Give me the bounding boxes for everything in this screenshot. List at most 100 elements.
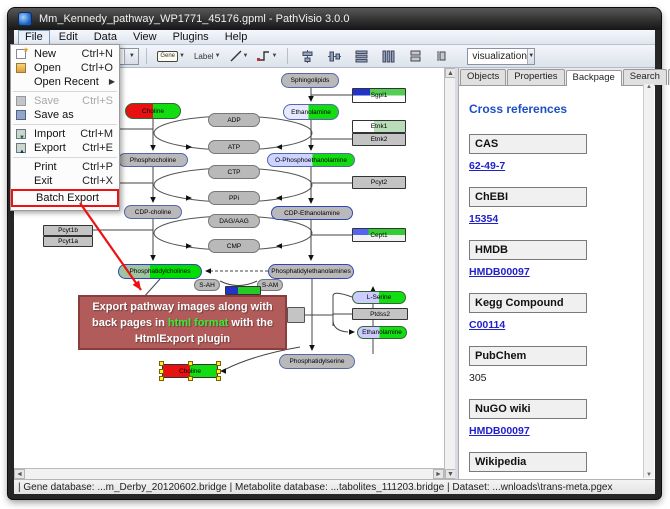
canvas-vertical-scrollbar[interactable]: ▲ ▼ [444, 68, 455, 479]
scroll-left-icon[interactable]: ◄ [14, 469, 25, 479]
pathway-node-etnk2[interactable]: Etnk2 [352, 133, 406, 146]
xref-link[interactable]: C00114 [469, 319, 505, 331]
toolbar-separator [287, 48, 288, 64]
elbow-connector-icon [257, 50, 270, 62]
node-label: Choline [142, 108, 164, 115]
pathway-node-s-ah[interactable]: S-AH [194, 279, 220, 291]
pathway-node-l-serine[interactable]: L-Serine [352, 291, 406, 304]
menu-file[interactable]: File [18, 30, 50, 45]
panel-vertical-scrollbar[interactable]: ▲ ▼ [643, 84, 654, 478]
selection-handle[interactable] [216, 376, 221, 381]
tab-properties[interactable]: Properties [507, 69, 564, 85]
pathway-node-cmp[interactable]: CMP [208, 239, 260, 253]
xref-source-box: CAS [469, 134, 587, 154]
file-menu-item-import[interactable]: ImportCtrl+M [11, 127, 119, 141]
visualization-combobox[interactable]: visualization ▼ [467, 48, 535, 65]
distribute-columns-button[interactable] [376, 46, 400, 66]
pathway-node-covered-node-partial[interactable] [287, 307, 305, 323]
pathway-node-pcyt1a[interactable]: Pcyt1a [43, 236, 93, 247]
canvas-horizontal-scrollbar[interactable]: ◄ ► [14, 468, 444, 479]
selection-handle[interactable] [159, 369, 164, 374]
pathway-node-ethanolamine-bottom[interactable]: Ethanolamine [357, 326, 407, 339]
chevron-down-icon[interactable]: ▼ [243, 53, 249, 59]
selection-handle[interactable] [159, 361, 164, 366]
menu-data[interactable]: Data [87, 30, 124, 45]
pathway-node-ptdss2[interactable]: Ptdss2 [352, 308, 408, 320]
menu-item-label: Open [34, 62, 61, 74]
common-height-button[interactable] [430, 46, 454, 66]
pathway-node-sgpl1[interactable]: Sgpl1 [352, 88, 406, 103]
menu-view[interactable]: View [126, 30, 164, 45]
node-label: Etnk2 [371, 136, 388, 143]
xref-source-box: ChEBI [469, 187, 587, 207]
chevron-down-icon[interactable]: ▼ [527, 49, 535, 64]
pathway-node-phosphatidylserine[interactable]: Phosphatidylserine [279, 354, 355, 369]
pathway-node-phosphatidylcholines[interactable]: Phosphatidylcholines [118, 264, 202, 279]
scroll-up-icon[interactable]: ▲ [646, 84, 652, 90]
xref-link[interactable]: HMDB00097 [469, 266, 530, 278]
pathway-node-phosphocholine[interactable]: Phosphocholine [118, 153, 188, 167]
distribute-rows-button[interactable] [349, 46, 373, 66]
selection-handle[interactable] [216, 369, 221, 374]
align-center-button[interactable] [295, 46, 319, 66]
pathway-node-pemt-partial[interactable] [225, 286, 261, 295]
xref-link[interactable]: HMDB00097 [469, 425, 530, 437]
file-menu-item-exit[interactable]: ExitCtrl+X [11, 174, 119, 188]
xref-link[interactable]: Choline [469, 478, 508, 479]
file-menu-item-batch-export[interactable]: Batch Export [11, 189, 119, 207]
pathway-node-choline-top[interactable]: Choline [125, 103, 181, 119]
node-label: Sphingolipids [291, 77, 330, 84]
pathway-node-o-phosphoethanolamine[interactable]: O-Phosphoethanolamine [267, 153, 355, 167]
pathway-node-ctp[interactable]: CTP [208, 165, 260, 179]
pathway-node-pcyt2[interactable]: Pcyt2 [352, 176, 406, 189]
xref-link[interactable]: 15354 [469, 213, 498, 225]
selection-handle[interactable] [188, 376, 193, 381]
file-menu-item-export[interactable]: ExportCtrl+E [11, 141, 119, 155]
new-datanode-button[interactable]: Gene ▼ [154, 46, 188, 66]
node-label: CMP [227, 243, 241, 250]
title-bar[interactable]: Mm_Kennedy_pathway_WP1771_45176.gpml - P… [8, 8, 661, 30]
pathway-node-ppi[interactable]: PPi [208, 191, 260, 205]
pathway-node-etnk1[interactable]: Etnk1 [352, 120, 406, 133]
file-menu-item-save-as[interactable]: Save as [11, 108, 119, 122]
chevron-down-icon[interactable]: ▼ [215, 53, 221, 59]
tab-objects[interactable]: Objects [460, 69, 506, 85]
pathway-node-cept1[interactable]: Cept1 [352, 228, 406, 242]
file-menu-item-new[interactable]: NewCtrl+N [11, 47, 119, 61]
pathway-node-dag-aag[interactable]: DAG/AAG [208, 214, 260, 228]
pathway-node-sphingolipids[interactable]: Sphingolipids [281, 73, 339, 88]
selection-handle[interactable] [159, 376, 164, 381]
pathway-node-pcyt1b[interactable]: Pcyt1b [43, 225, 93, 236]
file-menu-item-open[interactable]: OpenCtrl+O [11, 61, 119, 75]
new-connector-button[interactable]: ▼ [254, 46, 280, 66]
chevron-down-icon[interactable]: ▼ [271, 53, 277, 59]
pathway-node-cdp-choline[interactable]: CDP-choline [124, 205, 182, 219]
node-label: Choline [179, 368, 201, 375]
new-label-button[interactable]: Label ▼ [191, 46, 224, 66]
chevron-down-icon[interactable]: ▼ [179, 53, 185, 59]
pathway-node-cdp-ethanolamine[interactable]: CDP-Ethanolamine [271, 206, 353, 220]
line-icon [230, 50, 242, 62]
xref-value: HMDB00097 [469, 425, 645, 437]
pathway-node-ethanolamine-top[interactable]: Ethanolamine [283, 104, 339, 120]
menu-help[interactable]: Help [218, 30, 255, 45]
menu-edit[interactable]: Edit [52, 30, 85, 45]
file-menu-item-print[interactable]: PrintCtrl+P [11, 160, 119, 174]
tab-backpage[interactable]: Backpage [566, 70, 622, 86]
selection-handle[interactable] [216, 361, 221, 366]
pathway-node-phosphatidylethanolamines[interactable]: Phosphatidylethanolamines [268, 264, 354, 279]
new-line-button[interactable]: ▼ [227, 46, 252, 66]
common-width-button[interactable] [403, 46, 427, 66]
pathway-node-adp[interactable]: ADP [208, 113, 260, 127]
scroll-down-icon[interactable]: ▼ [646, 472, 652, 478]
menu-item-shortcut: Ctrl+M [80, 127, 113, 141]
menu-plugins[interactable]: Plugins [166, 30, 216, 45]
align-middle-button[interactable] [322, 46, 346, 66]
scroll-right-icon[interactable]: ► [433, 469, 444, 479]
tab-search[interactable]: Search [623, 69, 667, 85]
selection-handle[interactable] [188, 361, 193, 366]
xref-link[interactable]: 62-49-7 [469, 160, 505, 172]
file-menu-item-open-recent[interactable]: Open Recent▶ [11, 75, 119, 89]
pathway-node-atp[interactable]: ATP [208, 140, 260, 154]
chevron-down-icon[interactable]: ▼ [124, 49, 138, 64]
